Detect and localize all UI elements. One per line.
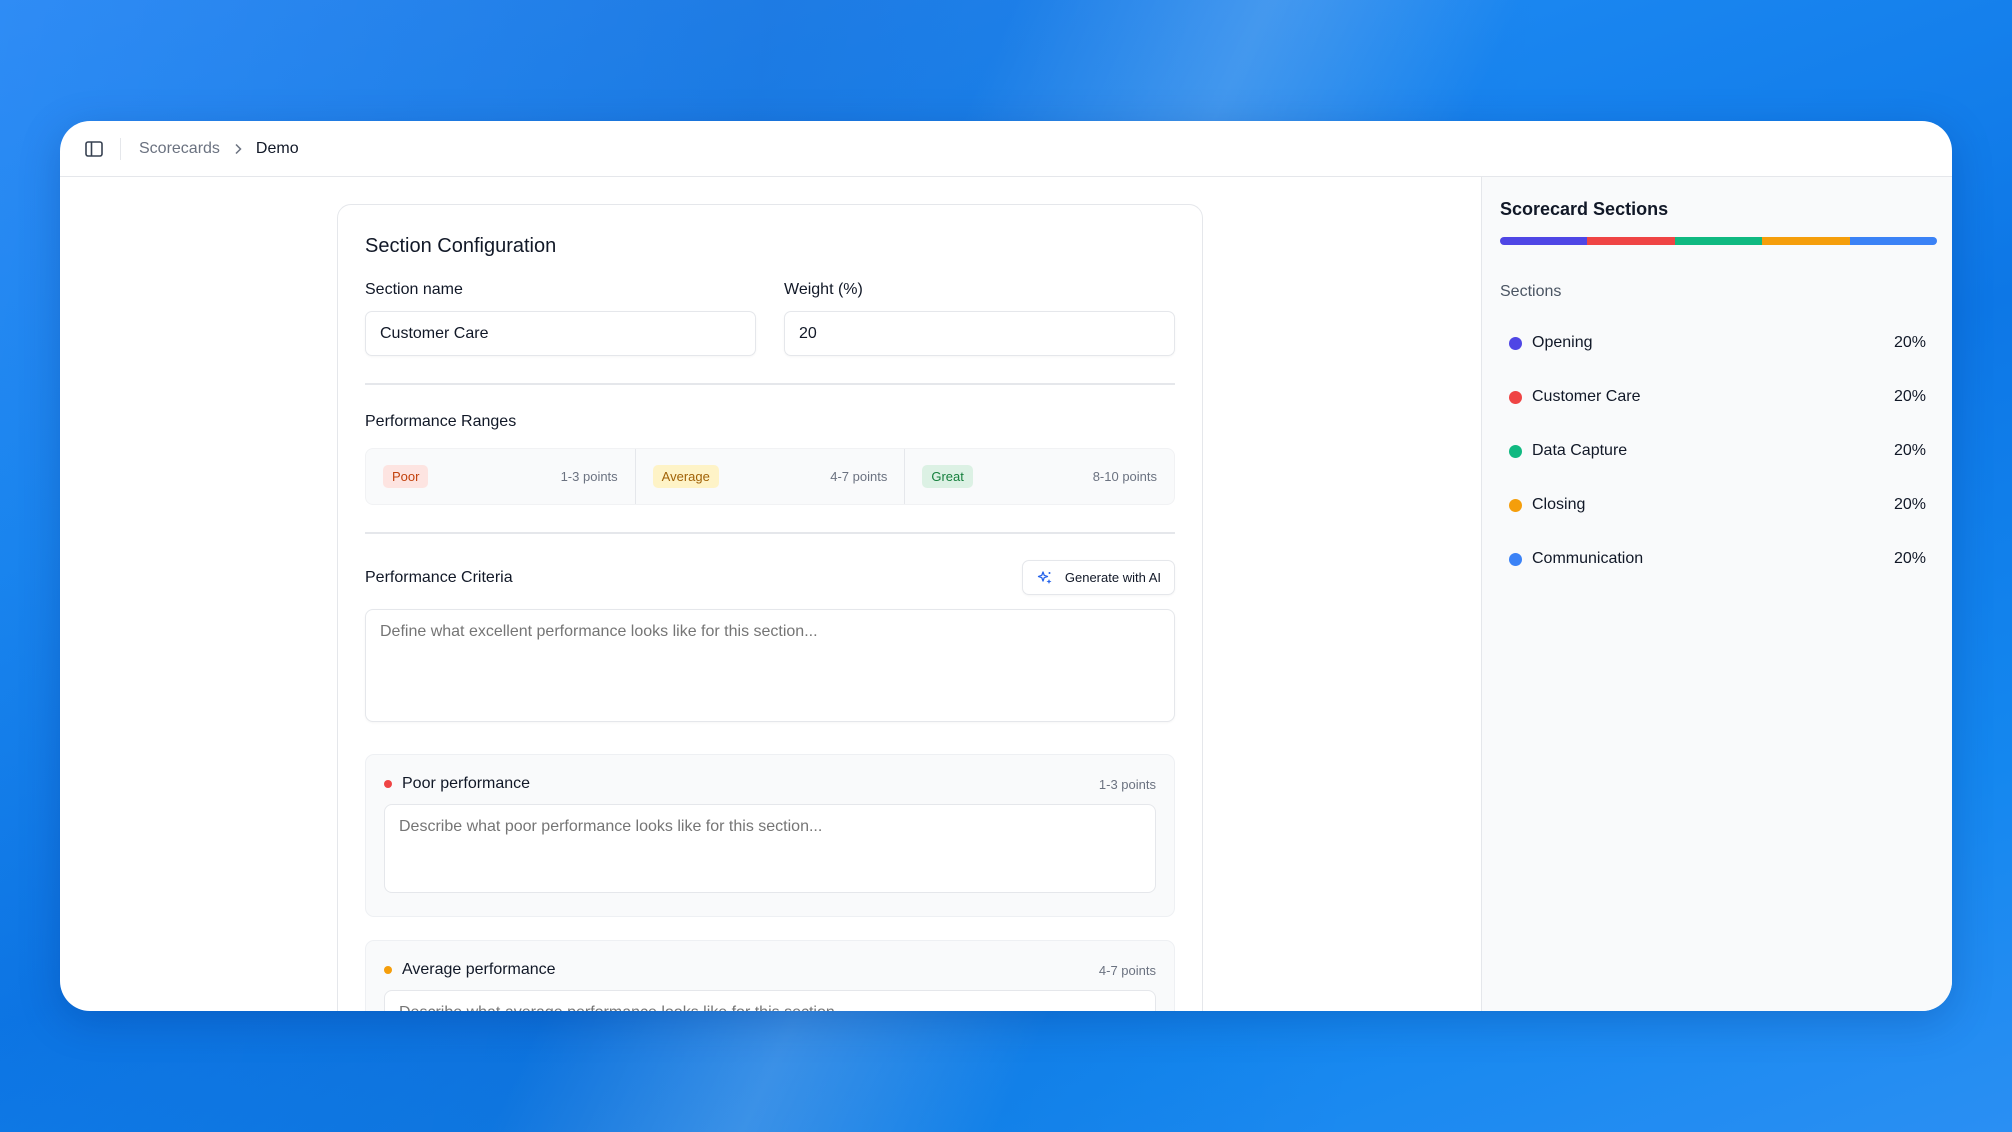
indigo-dot-icon bbox=[1509, 336, 1522, 350]
section-item-customer-care[interactable]: Customer Care 20% bbox=[1500, 370, 1936, 424]
range-points: 1-3 points bbox=[560, 469, 618, 484]
sidebar-toggle-icon[interactable] bbox=[80, 135, 108, 163]
range-poor: Poor 1-3 points bbox=[366, 449, 635, 504]
section-item-communication[interactable]: Communication 20% bbox=[1500, 532, 1936, 586]
section-item-data-capture[interactable]: Data Capture 20% bbox=[1500, 424, 1936, 478]
weight-input[interactable] bbox=[784, 311, 1175, 356]
section-item-left: Opening bbox=[1509, 334, 1593, 352]
section-item-left: Data Capture bbox=[1509, 442, 1627, 460]
poor-badge: Poor bbox=[383, 465, 429, 488]
section-item-closing[interactable]: Closing 20% bbox=[1500, 478, 1936, 532]
average-performance-block: Average performance 4-7 points bbox=[365, 940, 1175, 1011]
panel-title: Scorecard Sections bbox=[1500, 199, 1669, 219]
section-percent: 20% bbox=[1893, 334, 1926, 351]
performance-ranges-label: Performance Ranges bbox=[365, 413, 517, 430]
bar-segment-communication bbox=[1849, 237, 1937, 245]
section-name: Customer Care bbox=[1532, 388, 1641, 405]
average-performance-header: Average performance 4-7 points bbox=[384, 961, 1156, 979]
section-name-label: Section name bbox=[365, 281, 463, 298]
app-window: Scorecards Demo Section Configuration Se… bbox=[60, 121, 1952, 1011]
section-item-left: Customer Care bbox=[1509, 388, 1640, 406]
performance-criteria-label: Performance Criteria bbox=[365, 568, 513, 586]
breadcrumb-demo: Demo bbox=[255, 139, 299, 157]
field-row: Section name Weight (%) bbox=[365, 281, 1175, 356]
bar-segment-customer-care bbox=[1587, 237, 1675, 245]
average-performance-title: Average performance bbox=[402, 961, 556, 978]
poor-performance-title-wrap: Poor performance bbox=[384, 775, 530, 793]
poor-performance-title: Poor performance bbox=[402, 775, 531, 792]
chevron-right-icon bbox=[234, 143, 242, 155]
sections-label: Sections bbox=[1500, 283, 1562, 300]
section-list: Opening 20% Customer Care 20% Data Captu… bbox=[1500, 316, 1936, 586]
topbar-divider bbox=[120, 137, 121, 160]
range-great: Great 8-10 points bbox=[904, 449, 1174, 504]
section-name-input[interactable] bbox=[365, 311, 756, 356]
section-item-left: Closing bbox=[1509, 496, 1585, 514]
bar-segment-data-capture bbox=[1674, 237, 1763, 245]
average-performance-textarea[interactable] bbox=[384, 990, 1156, 1011]
orange-dot-icon bbox=[1509, 498, 1522, 512]
card-title: Section Configuration bbox=[365, 235, 557, 257]
range-average: Average 4-7 points bbox=[634, 449, 905, 504]
weight-distribution-bar bbox=[1500, 237, 1937, 245]
orange-dot-icon bbox=[384, 966, 392, 974]
breadcrumb: Scorecards Demo bbox=[139, 140, 299, 158]
section-percent: 20% bbox=[1893, 550, 1926, 567]
blue-dot-icon bbox=[1509, 552, 1522, 566]
weight-label: Weight (%) bbox=[784, 281, 863, 298]
section-item-left: Communication bbox=[1509, 550, 1643, 568]
breadcrumb-scorecards[interactable]: Scorecards bbox=[139, 140, 220, 158]
weight-field: Weight (%) bbox=[784, 281, 1175, 356]
generate-with-ai-button[interactable]: Generate with AI bbox=[1021, 560, 1175, 595]
scorecard-sections-panel: Scorecard Sections Sections Opening 20% bbox=[1481, 177, 1952, 1011]
red-dot-icon bbox=[384, 780, 392, 788]
performance-criteria-textarea[interactable] bbox=[365, 609, 1175, 722]
section-name: Communication bbox=[1532, 550, 1644, 567]
bar-segment-closing bbox=[1762, 237, 1850, 245]
bar-segment-opening bbox=[1500, 237, 1588, 245]
average-badge: Average bbox=[652, 465, 719, 488]
section-configuration-card: Section Configuration Section name Weigh… bbox=[337, 204, 1203, 1011]
range-points: 4-7 points bbox=[830, 469, 888, 484]
section-item-opening[interactable]: Opening 20% bbox=[1500, 316, 1936, 370]
poor-performance-header: Poor performance 1-3 points bbox=[384, 775, 1156, 793]
performance-ranges: Poor 1-3 points Average 4-7 points Great… bbox=[365, 448, 1175, 505]
red-dot-icon bbox=[1509, 390, 1522, 404]
generate-with-ai-label: Generate with AI bbox=[1064, 570, 1161, 585]
divider bbox=[365, 383, 1175, 385]
body-area: Section Configuration Section name Weigh… bbox=[60, 177, 1952, 1011]
great-badge: Great bbox=[922, 465, 973, 488]
section-percent: 20% bbox=[1893, 496, 1926, 513]
divider bbox=[365, 532, 1175, 534]
poor-performance-block: Poor performance 1-3 points bbox=[365, 754, 1175, 917]
range-points: 8-10 points bbox=[1092, 469, 1158, 484]
poor-performance-points: 1-3 points bbox=[1098, 776, 1156, 792]
green-dot-icon bbox=[1509, 444, 1522, 458]
average-performance-title-wrap: Average performance bbox=[384, 961, 556, 979]
section-name: Opening bbox=[1532, 334, 1593, 351]
section-name: Data Capture bbox=[1532, 442, 1628, 459]
section-percent: 20% bbox=[1893, 388, 1926, 405]
poor-performance-textarea[interactable] bbox=[384, 804, 1156, 893]
section-name: Closing bbox=[1532, 496, 1586, 513]
sparkles-icon bbox=[1037, 570, 1053, 586]
section-name-field: Section name bbox=[365, 281, 756, 356]
average-performance-points: 4-7 points bbox=[1098, 962, 1156, 978]
criteria-header: Performance Criteria Generate with AI bbox=[365, 560, 1175, 595]
section-percent: 20% bbox=[1893, 442, 1926, 459]
top-bar: Scorecards Demo bbox=[60, 121, 1952, 177]
main-area: Section Configuration Section name Weigh… bbox=[60, 177, 1481, 1011]
